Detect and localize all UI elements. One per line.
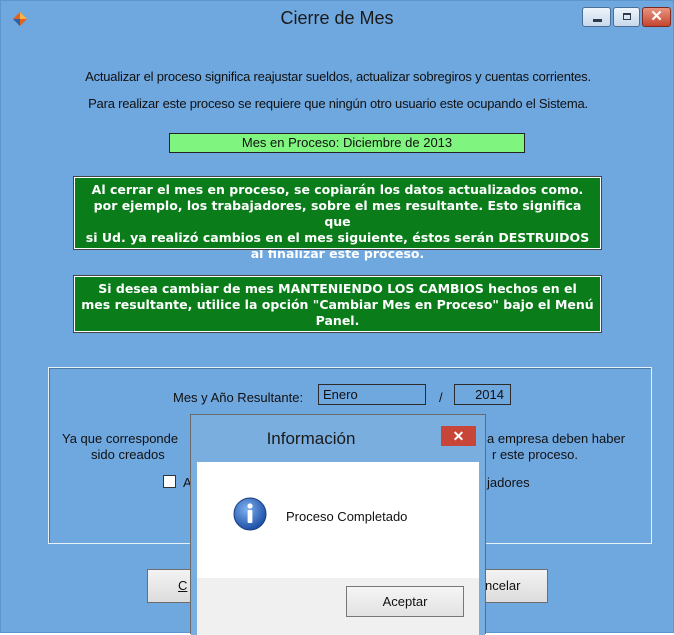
title-bar[interactable]: Cierre de Mes ✕ (1, 1, 673, 35)
info-icon (233, 497, 267, 531)
warning1-line4: al finalizar este proceso. (250, 246, 425, 261)
aceptar-button[interactable]: Aceptar (346, 586, 464, 617)
dialog-right-border (479, 462, 485, 635)
main-window: Cierre de Mes ✕ Actualizar el proceso si… (0, 0, 674, 635)
month-field[interactable]: Enero (318, 384, 426, 405)
warning2-line2: mes resultante, utilice la opción "Cambi… (81, 297, 594, 312)
info-line-2: Para realizar este proceso se requiere q… (88, 96, 588, 111)
dialog-message: Proceso Completado (286, 509, 408, 524)
warning2-line3: Panel. (315, 313, 360, 328)
dialog-title: Información (266, 429, 356, 448)
confirm-button-label: C (178, 578, 188, 593)
dialog-close-button[interactable]: ✕ (441, 426, 476, 446)
window-title: Cierre de Mes (280, 8, 394, 28)
close-button[interactable]: ✕ (642, 7, 671, 27)
warning2-line1: Si desea cambiar de mes MANTENIENDO LOS … (98, 281, 577, 296)
close-icon: ✕ (650, 8, 663, 25)
checkbox-label-right: jadores (487, 475, 530, 490)
info-line-1: Actualizar el proceso significa reajusta… (85, 69, 591, 84)
close-icon: ✕ (452, 428, 465, 444)
note-left-line2: sido creados (91, 447, 165, 462)
warning-box-cambiar-mes: Si desea cambiar de mes MANTENIENDO LOS … (73, 275, 602, 333)
minimize-icon (593, 19, 602, 22)
separator-label: / (439, 390, 443, 405)
warning-box-destruidos: Al cerrar el mes en proceso, se copiarán… (73, 176, 602, 261)
trabajadores-checkbox[interactable] (163, 475, 176, 488)
minimize-button[interactable] (582, 7, 611, 27)
note-right-line2: r este proceso. (492, 447, 578, 462)
resultante-label: Mes y Año Resultante: (173, 390, 304, 405)
mes-en-proceso-label: Mes en Proceso: Diciembre de 2013 (169, 133, 525, 153)
dialog-title-bar[interactable]: Información ✕ (191, 415, 485, 462)
note-right-line1: a empresa deben haber (487, 431, 626, 446)
warning1-line2: por ejemplo, los trabajadores, sobre el … (93, 198, 582, 229)
maximize-button[interactable] (613, 7, 640, 27)
note-left-line1: Ya que corresponde (62, 431, 179, 446)
maximize-icon (623, 13, 631, 20)
warning1-line3: si Ud. ya realizó cambios en el mes sigu… (85, 230, 590, 245)
year-field[interactable]: 2014 (454, 384, 511, 405)
warning1-line1: Al cerrar el mes en proceso, se copiarán… (91, 182, 584, 197)
cancel-button-label: ncelar (485, 578, 521, 593)
